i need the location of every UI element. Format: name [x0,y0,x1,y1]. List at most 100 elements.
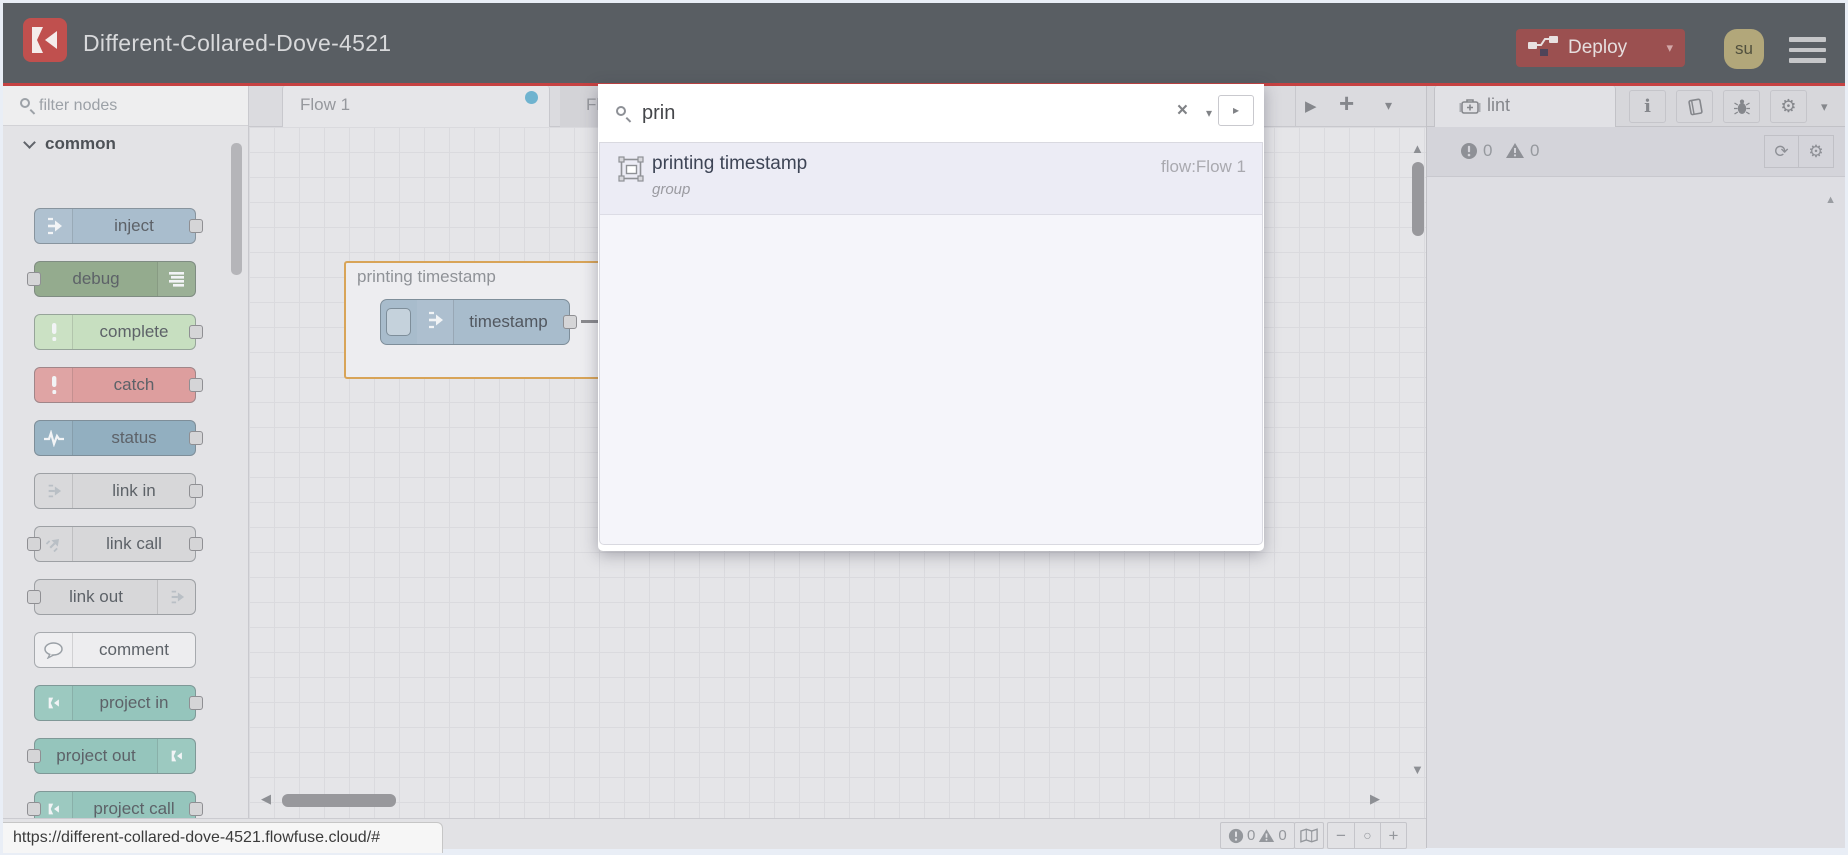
navigator-toggle-button[interactable] [1294,822,1324,849]
node-output-port [189,537,203,551]
info-tab-button[interactable]: i [1629,90,1666,123]
zoom-in-button[interactable]: + [1380,823,1406,848]
palette-node-status[interactable]: status [34,420,203,456]
header-bar: Different-Collared-Dove-4521 Deploy ▾ su [3,3,1845,83]
node-output-port [189,802,203,816]
search-results-list: printing timestamp group flow:Flow 1 [599,142,1263,545]
add-flow-button[interactable]: + [1339,88,1354,119]
lint-toolbar: 0 0 ⟳ ⚙ [1427,127,1845,177]
node-output-port [189,378,203,392]
node-output-port [189,484,203,498]
node-input-port [27,749,41,763]
palette-node-label: status [111,428,157,447]
error-count-icon [1460,142,1478,165]
flowfuse-icon [157,739,195,773]
palette-node-label: complete [99,322,169,341]
palette-category-common[interactable]: common [3,127,248,161]
palette-node-label: link call [106,534,162,553]
comment-bubble-icon [35,633,73,667]
footer-error-count: 0 [1247,827,1256,844]
clear-search-icon[interactable]: × [1177,100,1188,122]
tab-flow1[interactable]: Flow 1 [282,86,550,127]
result-title: printing timestamp [652,153,808,174]
canvas-scroll-right-icon[interactable]: ▶ [1370,791,1380,807]
exclamation-icon [35,315,73,349]
search-history-chevron-icon[interactable]: ▾ [1206,106,1212,120]
canvas-horizontal-scrollbar[interactable] [282,794,396,807]
help-tab-button[interactable] [1676,90,1713,123]
sidebar-menu-chevron-icon[interactable]: ▾ [1821,99,1828,115]
lint-refresh-button[interactable]: ⟳ [1764,135,1799,168]
palette-node-link-call[interactable]: link call [27,526,203,562]
node-output-port [189,325,203,339]
search-input-row: × ▾ ▸ [598,84,1264,142]
flow-list-chevron-icon[interactable]: ▾ [1385,97,1392,114]
link-arrow-icon [157,580,195,614]
node-wire [581,320,598,323]
search-result-item[interactable]: printing timestamp group flow:Flow 1 [600,143,1262,215]
palette-node-project-out[interactable]: project out [27,738,196,774]
palette-node-link-out[interactable]: link out [27,579,196,615]
inject-trigger-button[interactable] [386,308,411,336]
node-output-port [189,219,203,233]
flow-modified-dot [525,91,538,104]
search-icon [20,98,30,108]
warning-count-icon [1505,142,1525,165]
sidebar-scroll-up-icon[interactable]: ▲ [1825,194,1836,206]
node-output-port[interactable] [563,315,577,329]
gear-icon: ⚙ [1808,141,1824,161]
flowfuse-logo [23,18,67,62]
browser-link-preview: https://different-collared-dove-4521.flo… [3,822,443,853]
settings-tab-button[interactable]: ⚙ [1770,90,1807,123]
info-icon: i [1644,96,1651,117]
palette-node-project-call[interactable]: project call [27,791,203,818]
palette-node-label: project out [56,746,136,765]
canvas-scroll-left-icon[interactable]: ◀ [261,791,271,807]
deploy-icon [1528,33,1558,64]
footer-issue-counts[interactable]: 0 0 [1220,822,1295,849]
zoom-reset-button[interactable]: ○ [1354,823,1380,848]
canvas-vertical-scrollbar[interactable] [1412,162,1424,236]
node-output-port [189,431,203,445]
tab-scroll-right-icon[interactable]: ▶ [1305,97,1317,115]
palette-node-inject[interactable]: inject [34,208,203,244]
debug-tab-button[interactable] [1723,90,1760,123]
zoom-out-button[interactable]: − [1328,823,1354,848]
palette-node-label: debug [72,269,120,288]
palette-node-comment[interactable]: comment [34,632,196,668]
palette-node-link-in[interactable]: link in [34,473,203,509]
main-menu-button[interactable] [1789,37,1826,65]
palette-node-label: project call [93,799,175,818]
tab-lint[interactable]: lint [1434,86,1616,127]
palette-node-complete[interactable]: complete [34,314,203,350]
palette-scrollbar[interactable] [231,143,242,275]
palette-node-catch[interactable]: catch [34,367,203,403]
palette-filter-input[interactable] [39,93,219,119]
palette-node-label: link out [69,587,123,606]
node-input-port [27,590,41,604]
canvas-scroll-down-icon[interactable]: ▼ [1411,762,1424,777]
deploy-options-chevron-icon[interactable]: ▾ [1666,40,1673,56]
node-input-port [27,272,41,286]
search-input[interactable] [642,98,1142,128]
node-red-editor-window: Different-Collared-Dove-4521 Deploy ▾ su [0,0,1848,855]
inject-node-timestamp[interactable]: timestamp [380,299,577,345]
error-count-icon [1228,828,1244,843]
palette-filter-row [3,86,248,126]
user-avatar[interactable]: su [1724,29,1764,69]
right-sidebar: lint i ⚙ ▾ 0 0 ⟳ ⚙ ▲ [1426,86,1845,848]
node-input-port [27,537,41,551]
palette-node-label: project in [99,693,169,712]
palette-node-project-in[interactable]: project in [34,685,203,721]
zoom-controls: − ○ + [1327,822,1407,849]
lint-settings-button[interactable]: ⚙ [1799,135,1834,168]
search-icon [616,106,626,116]
canvas-scroll-up-icon[interactable]: ▲ [1411,141,1424,156]
search-expand-button[interactable]: ▸ [1218,95,1254,126]
link-arrow-icon [35,474,73,508]
deploy-label: Deploy [1568,37,1628,58]
deploy-button[interactable]: Deploy ▾ [1516,29,1685,67]
palette-node-debug[interactable]: debug [27,261,196,297]
status-pulse-icon [35,421,73,455]
exclamation-icon [35,368,73,402]
